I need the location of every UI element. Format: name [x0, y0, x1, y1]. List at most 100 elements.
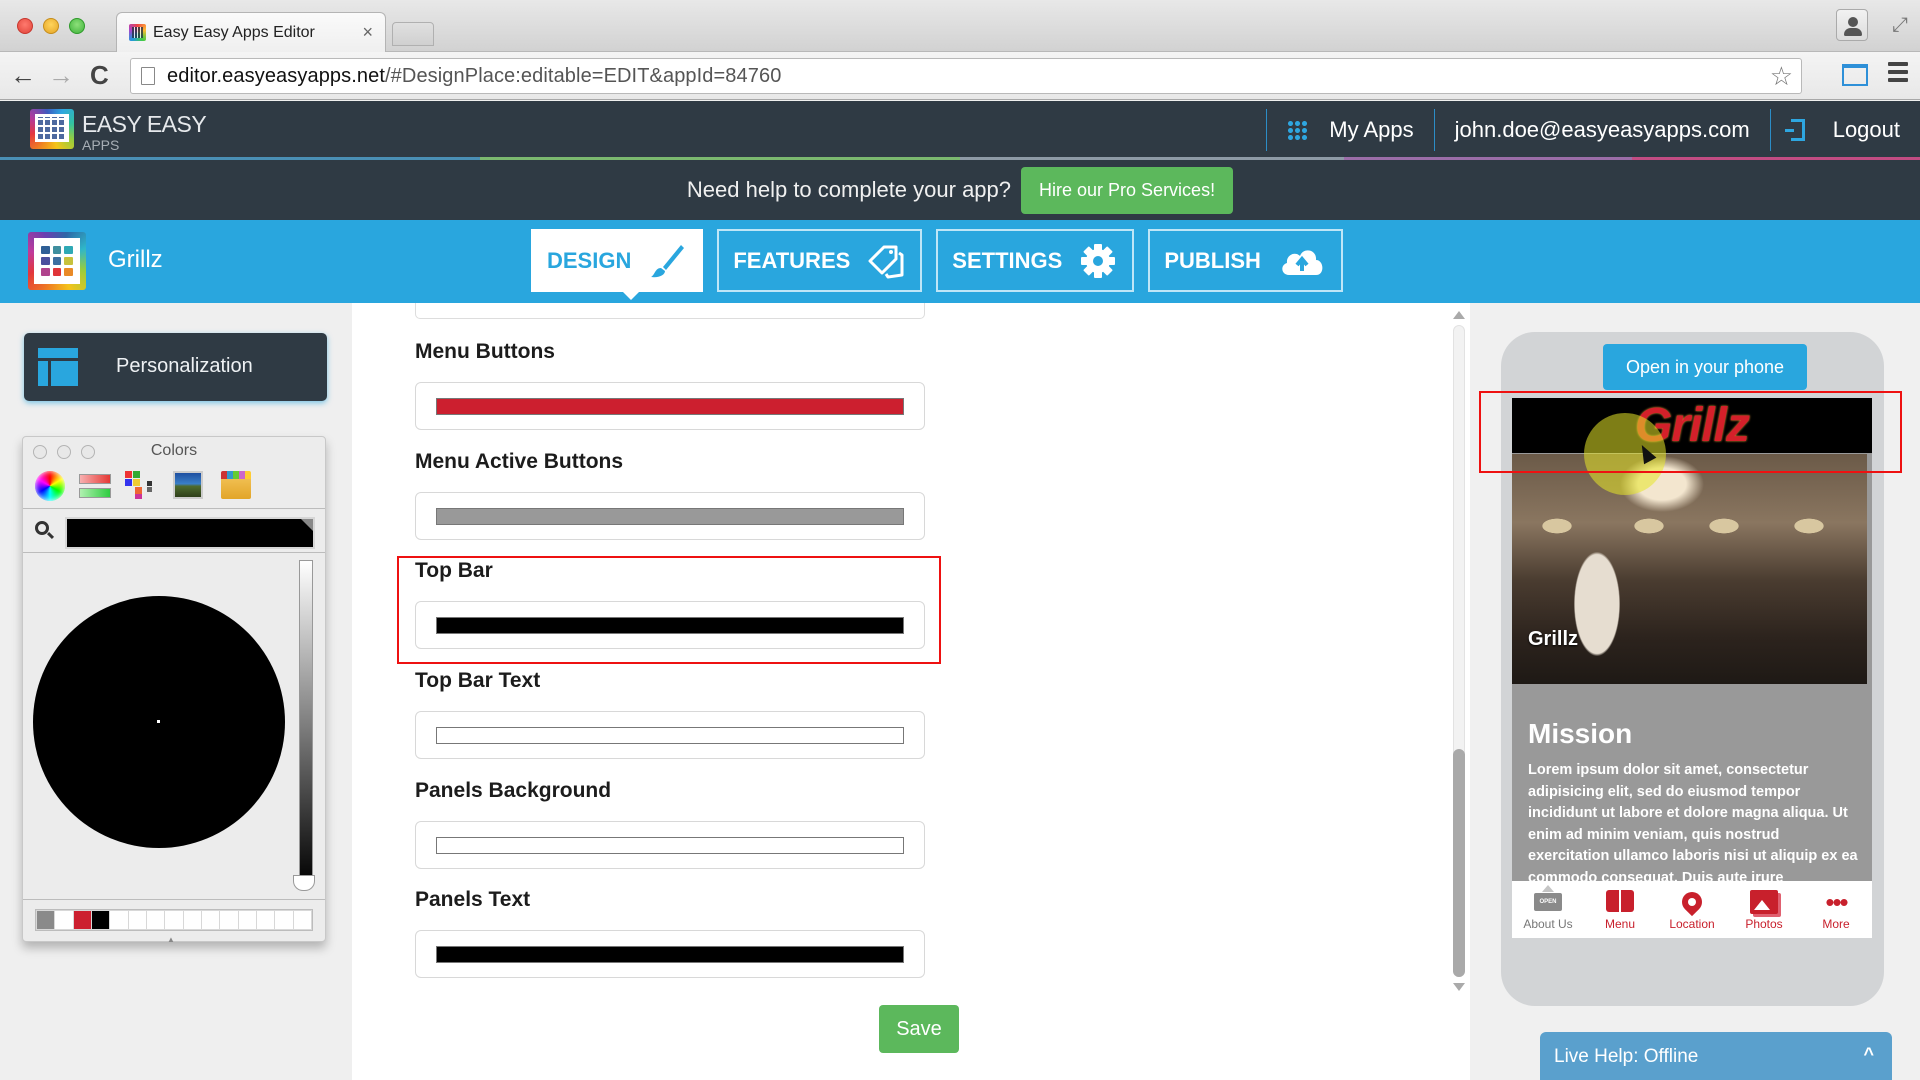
- user-email-link[interactable]: john.doe@easyeasyapps.com: [1435, 101, 1770, 158]
- color-palettes-icon[interactable]: [125, 471, 155, 499]
- magnifier-icon[interactable]: [35, 521, 49, 535]
- saved-swatch[interactable]: [73, 911, 91, 929]
- saved-swatch[interactable]: [91, 911, 110, 929]
- forward-arrow-icon[interactable]: →: [48, 60, 74, 90]
- phone-screen: Grillz Grillz Mission Lorem ipsum dolor …: [1512, 398, 1872, 938]
- url-path: /#DesignPlace:editable=EDIT&appId=84760: [385, 65, 782, 87]
- field-label: Menu Buttons: [415, 340, 555, 363]
- color-input[interactable]: [415, 711, 925, 759]
- main-tabs: DESIGN FEATURES SETTINGS PUBLISH: [531, 229, 1343, 300]
- profile-icon[interactable]: [1836, 9, 1868, 41]
- live-help-widget[interactable]: Live Help: Offline ^: [1540, 1032, 1892, 1080]
- scrollbar-thumb[interactable]: [1453, 749, 1465, 977]
- color-input[interactable]: [415, 492, 925, 540]
- color-input[interactable]: [415, 821, 925, 869]
- bookmark-star-icon[interactable]: ☆: [1770, 61, 1793, 92]
- saved-swatch[interactable]: [275, 911, 293, 929]
- color-wheel-icon[interactable]: [35, 471, 65, 501]
- preview-tab-about-us[interactable]: OPEN About Us: [1512, 881, 1584, 938]
- my-apps-link[interactable]: My Apps: [1267, 101, 1433, 158]
- previous-color-input[interactable]: [415, 303, 925, 319]
- browser-tab-strip: Easy Easy Apps Editor × ⤢: [0, 0, 1920, 52]
- hire-pro-services-button[interactable]: Hire our Pro Services!: [1021, 166, 1234, 214]
- saved-swatch[interactable]: [293, 911, 311, 929]
- zoom-window-button[interactable]: [69, 18, 85, 34]
- new-tab-button[interactable]: [392, 22, 434, 46]
- tab-close-icon[interactable]: ×: [362, 22, 373, 43]
- color-input[interactable]: [415, 382, 925, 430]
- color-swatch[interactable]: [436, 837, 904, 854]
- sidebar: Personalization Colors ▲: [0, 303, 352, 1080]
- color-wheel-disc[interactable]: [33, 596, 285, 848]
- saved-swatch[interactable]: [55, 911, 73, 929]
- saved-swatch[interactable]: [165, 911, 183, 929]
- saved-swatch[interactable]: [37, 911, 55, 929]
- gear-icon: [1081, 243, 1116, 278]
- saved-swatch[interactable]: [220, 911, 238, 929]
- color-sliders-icon[interactable]: [79, 471, 111, 499]
- saved-swatch[interactable]: [238, 911, 256, 929]
- hamburger-menu-icon[interactable]: [1888, 62, 1908, 86]
- tab-features[interactable]: FEATURES: [717, 229, 923, 292]
- color-search-row: [23, 509, 325, 553]
- minimize-window-button[interactable]: [43, 18, 59, 34]
- mission-text: Lorem ipsum dolor sit amet, consectetur …: [1528, 762, 1858, 886]
- open-sign-icon: OPEN: [1534, 885, 1562, 911]
- my-apps-label: My Apps: [1329, 116, 1414, 142]
- tab-publish[interactable]: PUBLISH: [1148, 229, 1343, 292]
- brightness-slider[interactable]: [299, 560, 313, 886]
- close-window-button[interactable]: [17, 18, 33, 34]
- scroll-up-arrow-icon[interactable]: [1453, 311, 1465, 319]
- personalization-button[interactable]: Personalization: [24, 333, 327, 401]
- saved-swatch[interactable]: [128, 911, 146, 929]
- field-label: Panels Background: [415, 779, 612, 802]
- tab-settings[interactable]: SETTINGS: [936, 229, 1135, 292]
- logout-link[interactable]: Logout: [1771, 101, 1920, 158]
- scroll-down-arrow-icon[interactable]: [1453, 983, 1465, 991]
- location-pin-icon: [1677, 887, 1707, 917]
- browser-tab[interactable]: Easy Easy Apps Editor ×: [116, 12, 386, 52]
- saved-swatch[interactable]: [256, 911, 275, 929]
- preview-tab-menu[interactable]: Menu: [1584, 881, 1656, 938]
- color-mode-toolbar: [23, 465, 325, 509]
- saved-swatch[interactable]: [201, 911, 220, 929]
- preview-tab-photos[interactable]: Photos: [1728, 881, 1800, 938]
- saved-swatch[interactable]: [183, 911, 201, 929]
- preview-tab-label: Menu: [1604, 917, 1636, 931]
- image-palettes-icon[interactable]: [173, 471, 203, 499]
- field-label: Menu Active Buttons: [415, 450, 624, 473]
- current-color-swatch[interactable]: [65, 517, 315, 549]
- favicon-icon: [129, 24, 146, 41]
- saved-swatch[interactable]: [146, 911, 165, 929]
- brightness-slider-handle[interactable]: [293, 875, 315, 891]
- color-swatch[interactable]: [436, 727, 904, 744]
- highlight-annotation: [397, 556, 941, 664]
- preview-tab-label: More: [1822, 917, 1850, 931]
- save-button[interactable]: Save: [879, 1005, 959, 1053]
- preview-tab-more[interactable]: ••• More: [1800, 881, 1872, 938]
- url-host: editor.easyeasyapps.net: [167, 65, 386, 87]
- fullscreen-icon[interactable]: ⤢: [1892, 14, 1908, 37]
- reload-icon[interactable]: C: [90, 60, 109, 90]
- open-in-phone-button[interactable]: Open in your phone: [1603, 344, 1807, 390]
- app-nav-bar: Grillz DESIGN FEATURES SETTINGS PUBLISH: [0, 220, 1920, 303]
- back-arrow-icon[interactable]: ←: [10, 60, 36, 90]
- live-help-label: Live Help: Offline: [1554, 1046, 1699, 1067]
- book-icon: [1605, 890, 1635, 914]
- promo-bar: Need help to complete your app? Hire our…: [0, 160, 1920, 220]
- chevron-up-icon[interactable]: ^: [1863, 1044, 1874, 1065]
- address-bar[interactable]: editor.easyeasyapps.net/#DesignPlace:edi…: [130, 58, 1802, 94]
- url-text[interactable]: editor.easyeasyapps.net/#DesignPlace:edi…: [167, 65, 781, 88]
- preview-tab-location[interactable]: Location: [1656, 881, 1728, 938]
- saved-swatch[interactable]: [110, 911, 128, 929]
- color-input[interactable]: [415, 930, 925, 978]
- color-swatch[interactable]: [436, 946, 904, 963]
- crayons-icon[interactable]: [221, 471, 251, 499]
- cast-icon[interactable]: [1842, 64, 1868, 86]
- color-swatch[interactable]: [436, 398, 904, 415]
- tab-design[interactable]: DESIGN: [531, 229, 704, 300]
- page-icon: [141, 67, 155, 85]
- tab-publish-label: PUBLISH: [1164, 247, 1261, 273]
- resize-grip-icon[interactable]: ▲: [167, 935, 175, 944]
- color-swatch[interactable]: [436, 508, 904, 525]
